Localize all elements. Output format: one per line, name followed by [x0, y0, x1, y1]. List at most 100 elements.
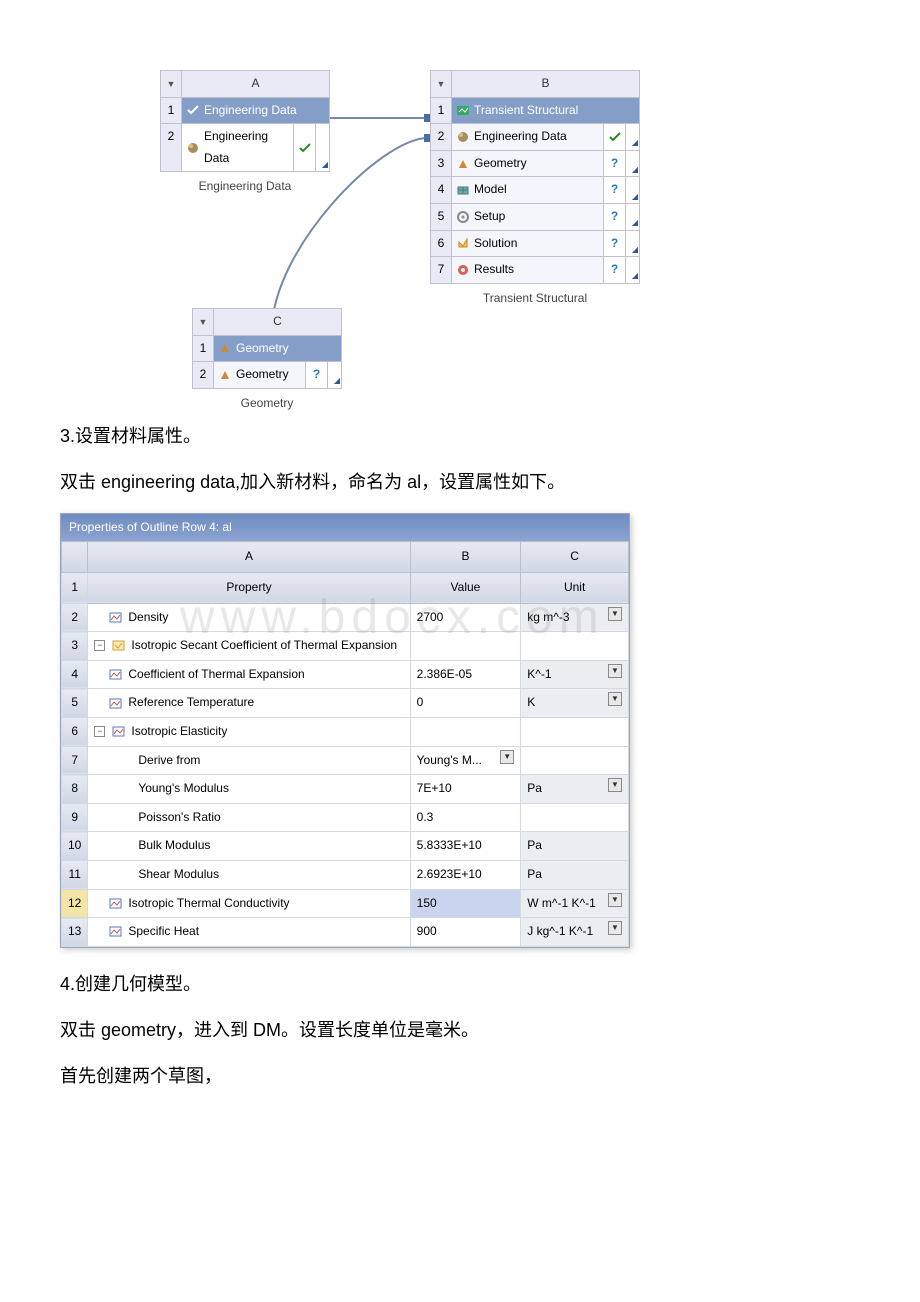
dropdown-icon[interactable]: ▼	[608, 921, 622, 935]
collapse-icon[interactable]: −	[94, 640, 105, 651]
property-unit[interactable]: W m^-1 K^-1▼	[521, 889, 629, 918]
property-name: Isotropic Secant Coefficient of Thermal …	[131, 635, 397, 657]
status-icon: ?	[604, 151, 626, 178]
paragraph-3-heading: 3.设置材料属性。	[60, 420, 860, 452]
corner-handle-icon[interactable]: ◢	[626, 231, 640, 258]
system-caption: Transient Structural	[430, 284, 640, 314]
property-unit[interactable]	[521, 746, 629, 775]
property-value[interactable]: 5.8333E+10	[410, 832, 521, 861]
property-value[interactable]: 0.3	[410, 803, 521, 832]
status-icon: ?	[604, 231, 626, 258]
property-unit[interactable]	[521, 632, 629, 661]
property-value[interactable]: 0	[410, 689, 521, 718]
solution-icon	[456, 236, 470, 250]
property-unit[interactable]: K^-1▼	[521, 660, 629, 689]
system-title-cell[interactable]: Engineering Data	[182, 98, 330, 125]
geometry-icon	[218, 368, 232, 382]
property-name: Isotropic Elasticity	[131, 721, 227, 743]
dropdown-icon[interactable]: ▼	[608, 692, 622, 706]
unit-header: Unit	[521, 572, 629, 603]
property-unit[interactable]: J kg^-1 K^-1▼	[521, 918, 629, 947]
cell-results[interactable]: Results	[452, 257, 604, 284]
table-row[interactable]: 3−Isotropic Secant Coefficient of Therma…	[62, 632, 629, 661]
corner-handle-icon[interactable]: ◢	[316, 124, 330, 172]
table-row[interactable]: 8Young's Modulus7E+10Pa▼	[62, 775, 629, 804]
corner-handle-icon[interactable]: ◢	[626, 177, 640, 204]
engineering-data-cell[interactable]: Engineering Data	[182, 124, 294, 172]
cell-model[interactable]: Model	[452, 177, 604, 204]
properties-table: A B C 1 Property Value Unit 2Density2700…	[61, 541, 629, 946]
system-A-engineering-data[interactable]: ▼ A 1 Engineering Data 2 Engineering Dat…	[160, 70, 330, 202]
dropdown-icon[interactable]: ▼	[608, 607, 622, 621]
table-row[interactable]: 6−Isotropic Elasticity	[62, 717, 629, 746]
dropdown-icon[interactable]: ▼	[608, 664, 622, 678]
paragraph-4-heading: 4.创建几何模型。	[60, 968, 860, 1000]
paragraph-4-body-2: 首先创建两个草图，	[60, 1060, 860, 1092]
status-icon: ?	[604, 257, 626, 284]
property-icon	[108, 696, 122, 710]
table-row[interactable]: 13Specific Heat900J kg^-1 K^-1▼	[62, 918, 629, 947]
property-unit[interactable]: kg m^-3▼	[521, 603, 629, 632]
property-name: Bulk Modulus	[138, 835, 210, 857]
property-value[interactable]: 7E+10	[410, 775, 521, 804]
table-row[interactable]: 5Reference Temperature0K▼	[62, 689, 629, 718]
property-value[interactable]: 900	[410, 918, 521, 947]
table-row[interactable]: 2Density2700kg m^-3▼	[62, 603, 629, 632]
property-value[interactable]: 2.6923E+10	[410, 860, 521, 889]
column-label: C	[214, 308, 342, 336]
check-icon	[186, 103, 200, 117]
column-C-header: C	[521, 542, 629, 573]
system-title-cell[interactable]: Transient Structural	[452, 98, 640, 125]
system-caption: Engineering Data	[160, 172, 330, 202]
dropdown-icon[interactable]: ▼	[500, 750, 514, 764]
corner-handle-icon[interactable]: ◢	[626, 124, 640, 151]
property-value[interactable]	[410, 717, 521, 746]
property-icon	[111, 725, 125, 739]
panel-title: Properties of Outline Row 4: al	[61, 514, 629, 542]
property-unit[interactable]: Pa▼	[521, 775, 629, 804]
system-C-geometry[interactable]: ▼ C 1 Geometry 2 Geometry ? ◢ Geometry	[192, 308, 342, 418]
property-value[interactable]	[410, 632, 521, 661]
dropdown-icon[interactable]: ▼	[430, 70, 452, 98]
cell-geometry[interactable]: Geometry	[452, 151, 604, 178]
corner-handle-icon[interactable]: ◢	[626, 204, 640, 231]
table-row[interactable]: 11Shear Modulus2.6923E+10Pa	[62, 860, 629, 889]
property-value[interactable]: 2.386E-05	[410, 660, 521, 689]
table-row[interactable]: 12Isotropic Thermal Conductivity150W m^-…	[62, 889, 629, 918]
property-value[interactable]: 2700	[410, 603, 521, 632]
cell-engineering-data[interactable]: Engineering Data	[452, 124, 604, 151]
column-A-header: A	[88, 542, 410, 573]
property-unit[interactable]: Pa	[521, 832, 629, 861]
property-icon	[108, 896, 122, 910]
table-row[interactable]: 9Poisson's Ratio0.3	[62, 803, 629, 832]
system-B-transient-structural[interactable]: ▼ B 1 Transient Structural 2Engineering …	[430, 70, 640, 313]
corner-handle-icon[interactable]: ◢	[328, 362, 342, 389]
property-unit[interactable]	[521, 717, 629, 746]
cell-solution[interactable]: Solution	[452, 231, 604, 258]
dropdown-icon[interactable]: ▼	[608, 778, 622, 792]
table-row[interactable]: 7Derive fromYoung's M...▼	[62, 746, 629, 775]
property-unit[interactable]: Pa	[521, 860, 629, 889]
dropdown-icon[interactable]: ▼	[160, 70, 182, 98]
cell-setup[interactable]: Setup	[452, 204, 604, 231]
table-row[interactable]: 4Coefficient of Thermal Expansion2.386E-…	[62, 660, 629, 689]
property-unit[interactable]: K▼	[521, 689, 629, 718]
dropdown-icon[interactable]: ▼	[192, 308, 214, 336]
geometry-icon	[456, 157, 470, 171]
corner-handle-icon[interactable]: ◢	[626, 257, 640, 284]
property-value[interactable]: 150	[410, 889, 521, 918]
system-title-cell[interactable]: Geometry	[214, 336, 342, 363]
table-row[interactable]: 10Bulk Modulus5.8333E+10Pa	[62, 832, 629, 861]
corner-handle-icon[interactable]: ◢	[626, 151, 640, 178]
dropdown-icon[interactable]: ▼	[608, 893, 622, 907]
system-caption: Geometry	[192, 389, 342, 419]
column-label: B	[452, 70, 640, 98]
geometry-cell[interactable]: Geometry	[214, 362, 306, 389]
property-name: Isotropic Thermal Conductivity	[128, 893, 289, 915]
property-value[interactable]: Young's M...▼	[410, 746, 521, 775]
property-name: Derive from	[138, 750, 200, 772]
transient-icon	[456, 103, 470, 117]
property-unit[interactable]	[521, 803, 629, 832]
collapse-icon[interactable]: −	[94, 726, 105, 737]
material-icon	[456, 130, 470, 144]
